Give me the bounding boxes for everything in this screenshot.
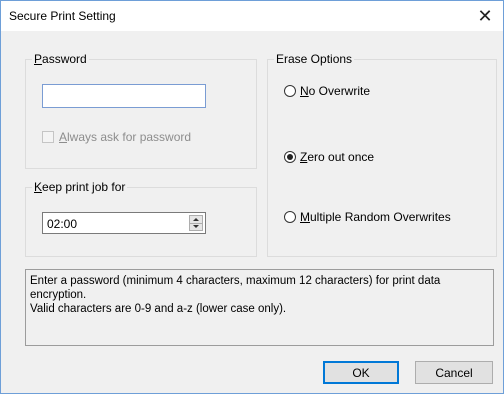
spin-buttons bbox=[189, 215, 203, 231]
password-group-label: Password bbox=[32, 52, 89, 66]
checkbox-box bbox=[42, 131, 54, 143]
radio-button bbox=[284, 211, 296, 223]
keep-time-value: 02:00 bbox=[47, 217, 78, 231]
keep-time-spinner[interactable]: 02:00 bbox=[42, 212, 206, 234]
always-ask-label: Always ask for password bbox=[59, 130, 192, 144]
password-input[interactable] bbox=[42, 84, 206, 108]
always-ask-password-checkbox[interactable]: Always ask for password bbox=[42, 130, 191, 144]
radio-button bbox=[284, 85, 296, 97]
password-group: Password Always ask for password bbox=[25, 52, 257, 169]
radio-button-selected bbox=[284, 151, 296, 163]
title-bar: Secure Print Setting ✕ bbox=[1, 1, 503, 31]
radio-label: Zero out once bbox=[300, 150, 375, 164]
keep-print-job-label: Keep print job for bbox=[32, 180, 128, 194]
info-line-1: Enter a password (minimum 4 characters, … bbox=[30, 275, 441, 301]
spin-down-button[interactable] bbox=[190, 223, 202, 230]
close-button[interactable]: ✕ bbox=[467, 1, 503, 31]
close-icon: ✕ bbox=[477, 5, 493, 26]
radio-no-overwrite[interactable]: No Overwrite bbox=[284, 84, 370, 98]
cancel-button[interactable]: Cancel bbox=[415, 361, 493, 384]
chevron-down-icon bbox=[193, 225, 199, 228]
ok-button[interactable]: OK bbox=[323, 361, 399, 384]
secure-print-dialog: Secure Print Setting ✕ Password Always a… bbox=[0, 0, 504, 394]
keep-print-job-group: Keep print job for 02:00 bbox=[25, 180, 257, 257]
info-message-box: Enter a password (minimum 4 characters, … bbox=[25, 269, 494, 346]
radio-label: Multiple Random Overwrites bbox=[300, 210, 451, 224]
erase-options-label: Erase Options bbox=[274, 52, 355, 66]
dialog-title: Secure Print Setting bbox=[9, 9, 116, 23]
erase-options-group: Erase Options No Overwrite Zero out once… bbox=[267, 52, 497, 257]
radio-label: No Overwrite bbox=[300, 84, 371, 98]
info-line-2: Valid characters are 0-9 and a-z (lower … bbox=[30, 303, 287, 315]
radio-zero-out-once[interactable]: Zero out once bbox=[284, 150, 374, 164]
radio-multiple-random-overwrites[interactable]: Multiple Random Overwrites bbox=[284, 210, 451, 224]
chevron-up-icon bbox=[193, 218, 199, 221]
